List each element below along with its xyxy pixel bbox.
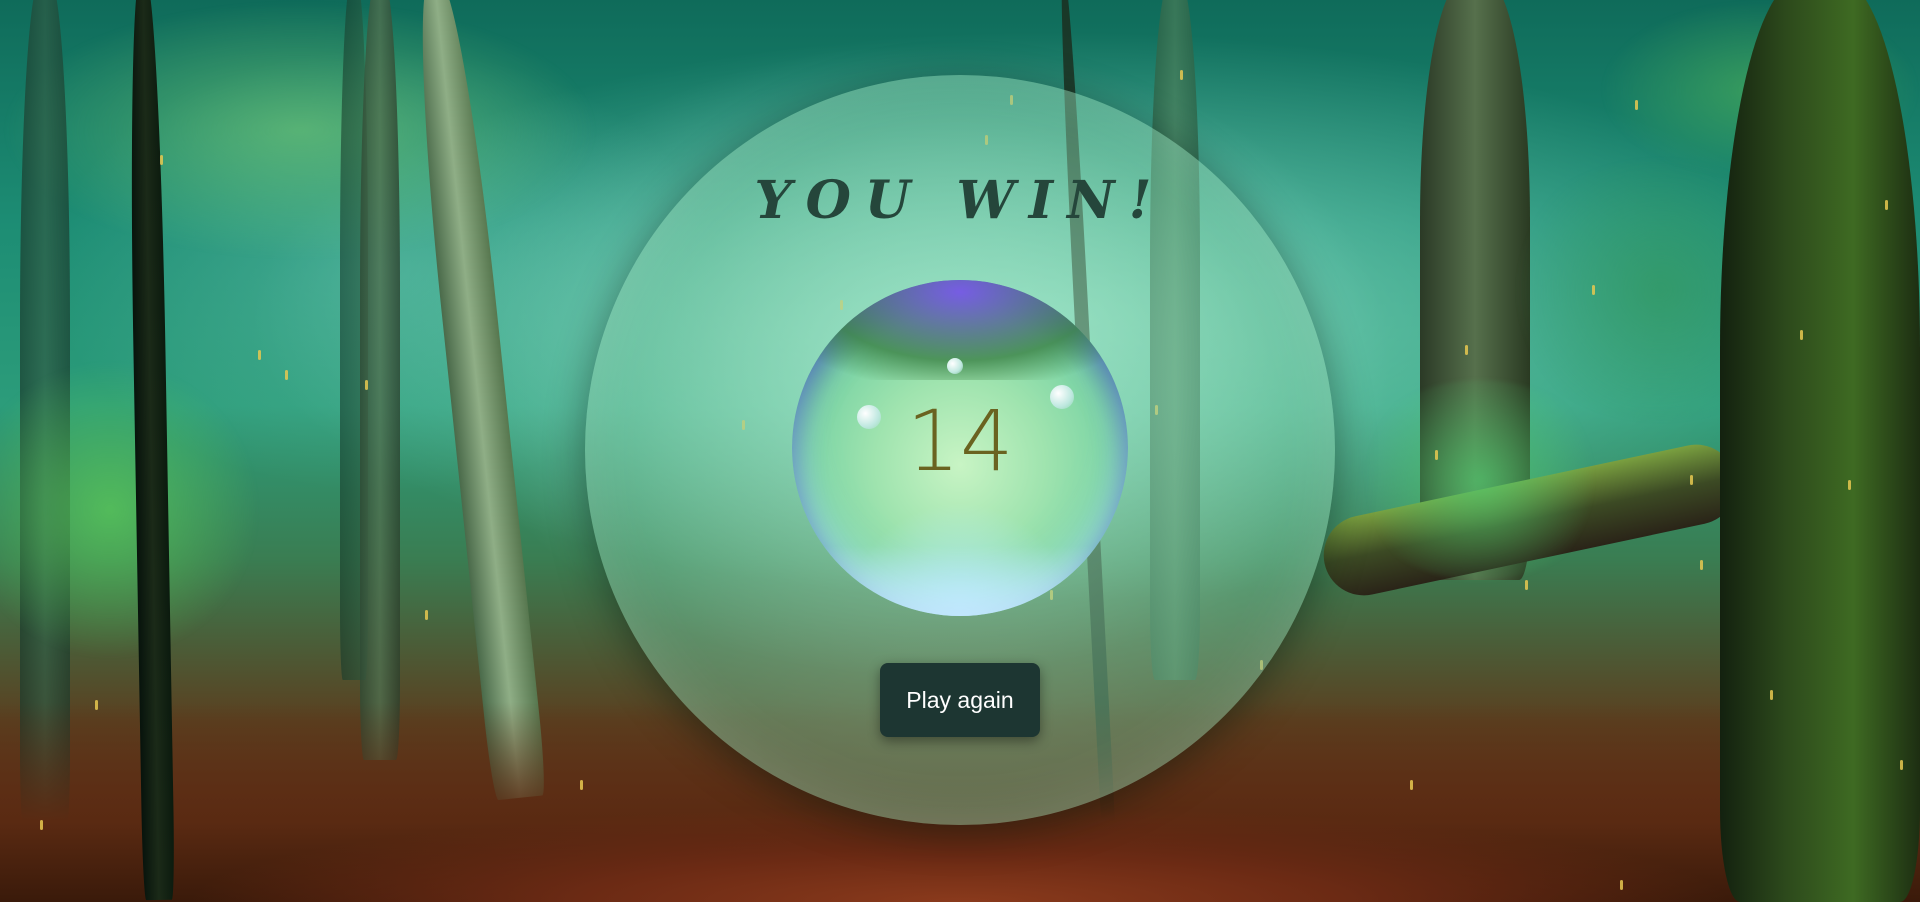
game-scene: YOU WIN! 14 Play again bbox=[0, 0, 1920, 902]
raindrop bbox=[1800, 330, 1803, 340]
score-orb: 14 bbox=[792, 280, 1128, 616]
raindrop bbox=[1525, 580, 1528, 590]
raindrop bbox=[1900, 760, 1903, 770]
win-panel: YOU WIN! 14 Play again bbox=[585, 75, 1335, 825]
raindrop bbox=[1690, 475, 1693, 485]
raindrop bbox=[1885, 200, 1888, 210]
raindrop bbox=[1435, 450, 1438, 460]
score-value: 14 bbox=[906, 392, 1014, 490]
raindrop bbox=[1848, 480, 1851, 490]
raindrop bbox=[95, 700, 98, 710]
raindrop bbox=[1770, 690, 1773, 700]
raindrop bbox=[40, 820, 43, 830]
background-foliage bbox=[0, 0, 600, 260]
raindrop bbox=[425, 610, 428, 620]
raindrop bbox=[258, 350, 261, 360]
raindrop bbox=[365, 380, 368, 390]
play-again-button[interactable]: Play again bbox=[880, 663, 1040, 737]
bubble-icon bbox=[947, 358, 963, 374]
raindrop bbox=[1635, 100, 1638, 110]
raindrop bbox=[1465, 345, 1468, 355]
raindrop bbox=[1180, 70, 1183, 80]
background-tree bbox=[1720, 0, 1920, 902]
raindrop bbox=[160, 155, 163, 165]
raindrop bbox=[1700, 560, 1703, 570]
win-title: YOU WIN! bbox=[754, 170, 1166, 231]
raindrop bbox=[285, 370, 288, 380]
raindrop bbox=[1592, 285, 1595, 295]
raindrop bbox=[1410, 780, 1413, 790]
background-foliage bbox=[1350, 380, 1610, 580]
raindrop bbox=[580, 780, 583, 790]
raindrop bbox=[1620, 880, 1623, 890]
